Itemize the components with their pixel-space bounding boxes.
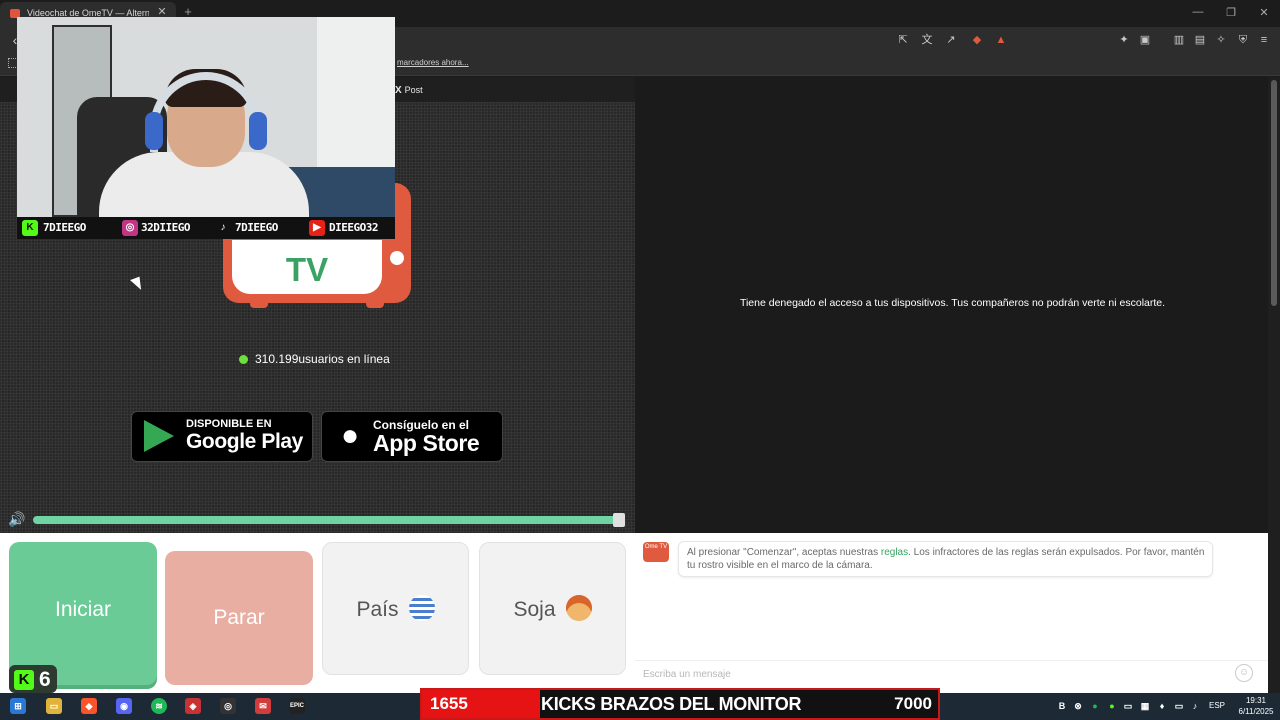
menu-icon[interactable]: ≡ (1257, 33, 1271, 47)
google-play-small-text: DISPONIBLE EN (186, 418, 272, 430)
kick-handle: 7DIEEGO (43, 221, 86, 234)
sidebar-icon[interactable]: ▥ (1172, 33, 1186, 47)
logo-foot-left (250, 298, 268, 308)
tray-clock[interactable]: 19:31 6/11/2025 (1238, 695, 1274, 717)
x-logo-icon: X (395, 85, 402, 96)
google-play-icon (144, 420, 174, 452)
boy-face-icon (565, 595, 592, 622)
logo-tv-text: TV (285, 251, 329, 288)
apple-icon: ● (340, 419, 360, 452)
youtube-icon: ▶ (309, 220, 325, 236)
mail-app-icon[interactable]: ✉ (255, 698, 271, 714)
tray-keyboard-icon[interactable]: ▦ (1139, 698, 1151, 714)
kick-logo-icon: K (14, 670, 34, 690)
uruguay-flag-icon (408, 595, 435, 622)
x-post-label: Post (404, 85, 423, 95)
ticker-goal-value: 7000 (894, 694, 932, 713)
gender-label: Soja (513, 598, 556, 621)
emoji-picker-icon[interactable]: ☺ (1235, 664, 1253, 682)
tiktok-handle: 7DIEEGO (235, 221, 278, 234)
ometv-chat-logo-icon: Ome TV (643, 542, 669, 562)
system-message-text: Al presionar "Comenzar", aceptas nuestra… (687, 546, 1207, 572)
tiktok-icon: ♪ (215, 220, 231, 236)
google-play-big-text: Google Play (186, 430, 303, 453)
tray-network-icon[interactable]: ▭ (1173, 698, 1185, 714)
start-button[interactable]: Iniciar (9, 542, 157, 685)
epic-games-icon[interactable]: EPIC (289, 698, 305, 714)
chat-message-input[interactable] (643, 664, 1223, 684)
volume-slider-handle[interactable] (613, 513, 625, 527)
tray-date: 6/11/2025 (1238, 707, 1274, 716)
tray-brave-icon[interactable]: B (1056, 698, 1068, 714)
import-bookmarks-link[interactable]: marcadores ahora... (397, 58, 469, 67)
instagram-icon: ◎ (122, 220, 138, 236)
open-external-icon[interactable]: ⇱ (896, 33, 910, 47)
tray-spotify-icon[interactable]: ● (1089, 698, 1101, 714)
share-icon[interactable]: ↗ (944, 33, 958, 47)
headset-icon (150, 72, 262, 152)
scrollbar-thumb[interactable] (1271, 80, 1277, 306)
country-label: País (356, 598, 399, 621)
ticker-title: KICKS BRAZOS DEL MONITOR (541, 694, 802, 714)
wallet-icon[interactable]: ▤ (1193, 33, 1207, 47)
logo-knob (390, 251, 404, 265)
ticker-current-value: 1655 (422, 690, 540, 718)
device-access-denied-message: Tiene denegado el acceso a tus dispositi… (739, 297, 1166, 309)
vpn-icon[interactable]: ⛨ (1236, 33, 1250, 47)
extensions-icon[interactable]: ✦ (1117, 33, 1131, 47)
headset-ear-left (145, 112, 163, 150)
leo-ai-icon[interactable]: ✧ (1214, 33, 1228, 47)
gender-button[interactable]: Soja (479, 542, 626, 675)
streamer-webcam (17, 17, 395, 217)
minimize-icon[interactable]: — (1190, 6, 1206, 18)
tray-volume-icon[interactable]: ♪ (1189, 698, 1201, 714)
windows-start-icon[interactable]: ⊞ (10, 698, 26, 714)
file-explorer-icon[interactable]: ▭ (46, 698, 62, 714)
instagram-handle: 32DIIEGO (141, 221, 190, 234)
logo-foot-right (366, 298, 384, 308)
tray-battery-icon[interactable]: ▭ (1122, 698, 1134, 714)
message-before-link: Al presionar "Comenzar", aceptas nuestra… (687, 547, 881, 558)
volume-slider[interactable] (33, 516, 621, 524)
tray-microphone-icon[interactable]: ♦ (1156, 698, 1168, 714)
brave-shield-icon[interactable]: ◆ (970, 33, 984, 47)
obs-icon[interactable]: ◎ (220, 698, 236, 714)
rules-link[interactable]: reglas (881, 547, 908, 558)
tray-time: 19:31 (1245, 696, 1267, 705)
close-window-icon[interactable]: ✕ (1256, 6, 1272, 19)
stop-button[interactable]: Parar (165, 551, 313, 685)
screenshot-icon[interactable]: ▣ (1138, 33, 1152, 47)
x-post-button[interactable]: X Post (395, 82, 437, 98)
discord-icon[interactable]: ◉ (116, 698, 132, 714)
spotify-icon[interactable]: ≋ (151, 698, 167, 714)
brave-rewards-icon[interactable]: ▲ (994, 33, 1008, 47)
volume-icon[interactable]: 🔊 (6, 511, 28, 529)
tray-language[interactable]: ESP (1209, 701, 1225, 710)
maximize-icon[interactable]: ❐ (1223, 6, 1239, 19)
tray-nvidia-icon[interactable]: ● (1106, 698, 1118, 714)
country-button[interactable]: País (322, 542, 469, 675)
online-status-icon (239, 355, 248, 364)
headset-ear-right (249, 112, 267, 150)
online-users-count: 310.199usuarios en línea (255, 352, 390, 366)
kick-counter-value: 6 (39, 668, 51, 691)
app-cube-icon[interactable]: ◈ (185, 698, 201, 714)
translate-icon[interactable]: 文 (920, 33, 934, 47)
youtube-handle: DIEEGO32 (329, 221, 378, 234)
kick-icon: K (22, 220, 38, 236)
app-store-big-text: App Store (373, 430, 480, 456)
brave-browser-icon[interactable]: ◆ (81, 698, 97, 714)
tray-xbox-icon[interactable]: ⊗ (1072, 698, 1084, 714)
